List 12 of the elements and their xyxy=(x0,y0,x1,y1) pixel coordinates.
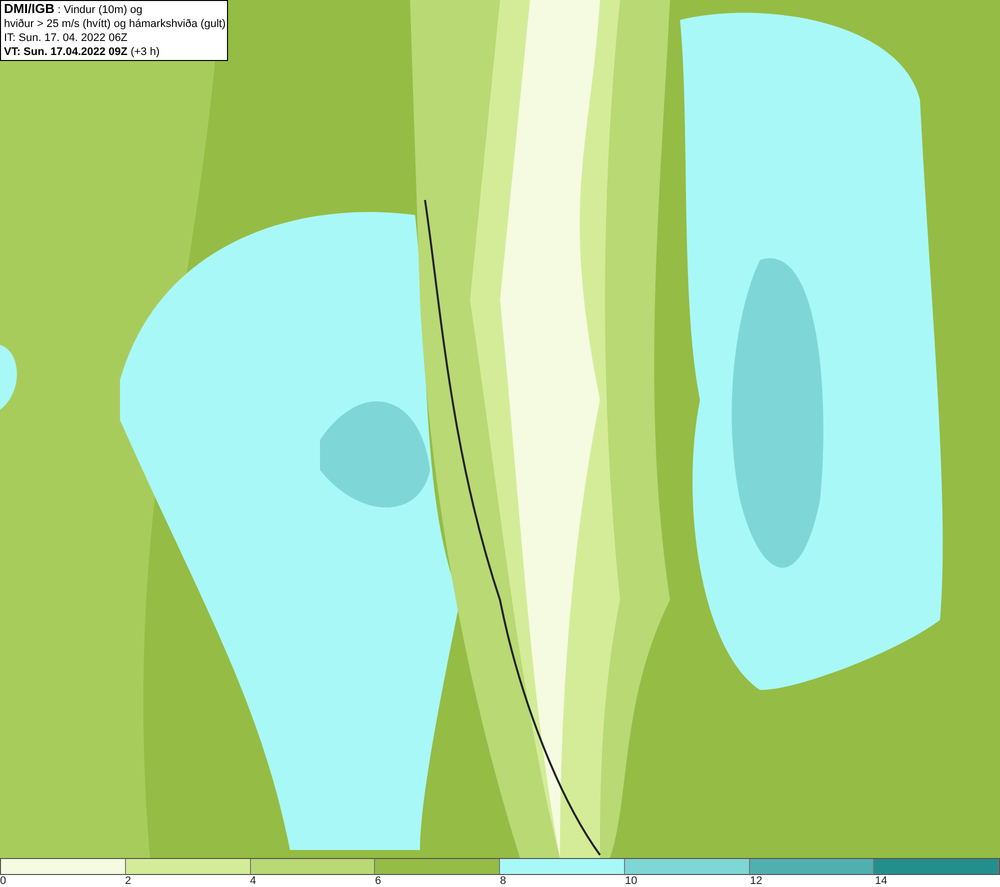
scale-label: 10 xyxy=(625,875,638,887)
scale-label: 14 xyxy=(875,875,888,887)
scale-label: 0 xyxy=(0,875,6,887)
scale-label: 12 xyxy=(750,875,762,887)
scale-label: 4 xyxy=(250,875,256,887)
scale-label: 6 xyxy=(375,875,382,887)
info-text: IT: Sun. 17. 04. 2022 06Z xyxy=(4,31,129,45)
scale-label: 8 xyxy=(500,875,506,887)
info-text: DMI/IGB : Vindur (10m) og xyxy=(4,2,144,17)
info-text: VT: Sun. 17.04.2022 09Z (+3 h) xyxy=(4,45,161,59)
info-text: hviður > 25 m/s (hvítt) og hámarkshviða (gult) xyxy=(4,17,224,31)
scale-label: 2 xyxy=(125,875,132,887)
